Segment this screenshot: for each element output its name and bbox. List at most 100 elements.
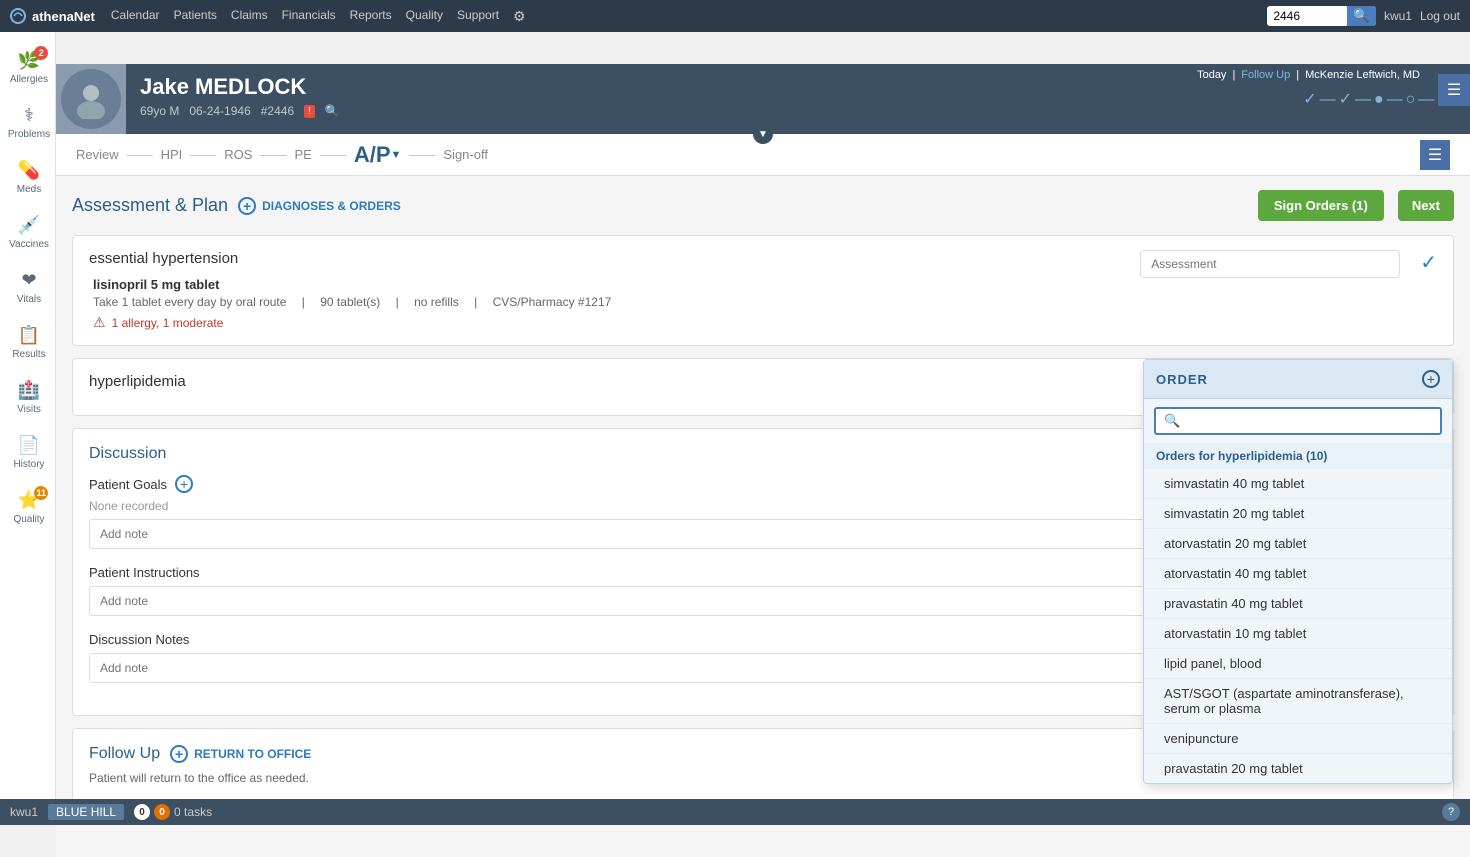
progress-step-hpi[interactable]: HPI [161, 147, 183, 162]
sidebar-item-vitals[interactable]: ❤ Vitals [0, 260, 55, 315]
sidebar-item-meds[interactable]: 💊 Meds [0, 150, 55, 205]
add-diagnoses-button[interactable]: + DIAGNOSES & ORDERS [238, 197, 401, 215]
ap-header-actions: Sign Orders (1) Next [1258, 190, 1454, 221]
breadcrumb-doctor: McKenzie Leftwich, MD [1305, 69, 1420, 81]
status-tasks: 0 tasks [174, 805, 212, 819]
status-bar: kwu1 BLUE HILL 0 0 0 tasks ? [0, 799, 1470, 825]
nav-financials[interactable]: Financials [282, 8, 336, 25]
patient-details: 69yo M 06-24-1946 #2446 ! 🔍 [140, 104, 1269, 118]
nav-calendar[interactable]: Calendar [111, 8, 160, 25]
allergy-warning-text: 1 allergy, 1 moderate [112, 316, 224, 330]
med-divider1: | [302, 295, 308, 309]
problems-icon: ⚕ [24, 105, 34, 126]
nav-support[interactable]: Support [457, 8, 499, 25]
order-item-8[interactable]: venipuncture [1144, 724, 1452, 754]
order-item-4[interactable]: pravastatin 40 mg tablet [1144, 589, 1452, 619]
meds-icon: 💊 [18, 160, 40, 181]
settings-icon[interactable]: ⚙ [513, 8, 526, 25]
sidebar-label-allergies: Allergies [10, 74, 48, 85]
quality-badge-container: ⭐ 11 [18, 490, 40, 511]
progress-step-pe[interactable]: PE [294, 147, 311, 162]
order-search-input[interactable] [1184, 414, 1432, 429]
patient-name: Jake MEDLOCK [140, 74, 1269, 100]
order-item-0[interactable]: simvastatin 40 mg tablet [1144, 469, 1452, 499]
vaccines-icon: 💉 [18, 215, 40, 236]
status-counter2: 0 [154, 804, 170, 820]
next-button[interactable]: Next [1398, 190, 1454, 221]
hypertension-assessment-input[interactable] [1140, 250, 1400, 278]
med-refills: no refills [414, 295, 459, 309]
order-item-3[interactable]: atorvastatin 40 mg tablet [1144, 559, 1452, 589]
sidebar-label-results: Results [12, 349, 45, 360]
logout-link[interactable]: Log out [1420, 9, 1460, 23]
followup-title-text: Follow Up [89, 745, 160, 763]
patient-search-box[interactable]: 🔍 [1267, 6, 1376, 26]
progress-menu-button[interactable]: ☰ [1420, 140, 1450, 170]
sidebar-item-vaccines[interactable]: 💉 Vaccines [0, 205, 55, 260]
patient-search-input[interactable] [1267, 7, 1347, 25]
patient-search-icon[interactable]: 🔍 [325, 104, 340, 118]
quality-count: 11 [34, 486, 48, 500]
avatar-image [61, 69, 121, 129]
hypertension-row: essential hypertension lisinopril 5 mg t… [89, 250, 1437, 331]
step-line-5: —— [409, 147, 435, 162]
help-button[interactable]: ? [1442, 803, 1460, 821]
results-icon: 📋 [18, 325, 40, 346]
patient-header: Jake MEDLOCK 69yo M 06-24-1946 #2446 ! 🔍… [56, 64, 1470, 134]
diagnosis-card-hypertension: essential hypertension lisinopril 5 mg t… [72, 235, 1454, 346]
sidebar-item-quality[interactable]: ⭐ 11 Quality [0, 480, 55, 535]
sidebar-item-results[interactable]: 📋 Results [0, 315, 55, 370]
order-item-6[interactable]: lipid panel, blood [1144, 649, 1452, 679]
top-nav-right: 🔍 kwu1 Log out [1267, 6, 1460, 26]
content-area: Assessment & Plan + DIAGNOSES & ORDERS S… [56, 176, 1470, 857]
order-item-2[interactable]: atorvastatin 20 mg tablet [1144, 529, 1452, 559]
patient-goals-add-icon[interactable]: + [175, 475, 193, 493]
top-nav: athenaNet Calendar Patients Claims Finan… [0, 0, 1470, 32]
hypertension-check-icon[interactable]: ✓ [1420, 250, 1437, 275]
breadcrumb-followup[interactable]: Follow Up [1241, 69, 1290, 81]
order-item-5[interactable]: atorvastatin 10 mg tablet [1144, 619, 1452, 649]
patient-dob: 06-24-1946 [189, 104, 250, 118]
sidebar-item-visits[interactable]: 🏥 Visits [0, 370, 55, 425]
sidebar-item-problems[interactable]: ⚕ Problems [0, 95, 55, 150]
med-divider2: | [396, 295, 402, 309]
sidebar-label-problems: Problems [8, 129, 50, 140]
sidebar-item-history[interactable]: 📄 History [0, 425, 55, 480]
return-to-office-icon: + [170, 745, 188, 763]
hamburger-menu-button[interactable]: ☰ [1438, 74, 1470, 106]
nav-reports[interactable]: Reports [350, 8, 392, 25]
flag-icon[interactable]: ! [304, 105, 315, 118]
patient-search-button[interactable]: 🔍 [1347, 6, 1376, 26]
order-panel-title: ORDER [1156, 372, 1208, 387]
diagnosis-card-hyperlipidemia: hyperlipidemia ORDER + 🔍 Orders for hype… [72, 358, 1454, 416]
patient-avatar [56, 64, 126, 134]
med-divider3: | [474, 295, 480, 309]
med-row-lisinopril: lisinopril 5 mg tablet Take 1 tablet eve… [89, 277, 1128, 331]
nav-quality[interactable]: Quality [406, 8, 443, 25]
add-diagnoses-label: DIAGNOSES & ORDERS [262, 199, 401, 213]
vitals-icon: ❤ [21, 270, 36, 291]
allergy-warning: ⚠ 1 allergy, 1 moderate [93, 314, 1128, 331]
hypertension-assessment-field [1140, 250, 1400, 278]
status-counters: 0 0 0 tasks [134, 804, 212, 820]
progress-step-ap[interactable]: A/P ▼ [354, 142, 402, 168]
progress-step-review[interactable]: Review [76, 147, 119, 162]
patient-info: Jake MEDLOCK 69yo M 06-24-1946 #2446 ! 🔍 [126, 64, 1283, 134]
order-item-7[interactable]: AST/SGOT (aspartate aminotransferase), s… [1144, 679, 1452, 724]
order-category-label: Orders for hyperlipidemia (10) [1144, 443, 1452, 469]
sidebar-item-allergies[interactable]: 🌿 2 Allergies [0, 40, 55, 95]
order-item-9[interactable]: pravastatin 20 mg tablet [1144, 754, 1452, 783]
nav-claims[interactable]: Claims [231, 8, 268, 25]
nav-patients[interactable]: Patients [174, 8, 217, 25]
order-item-1[interactable]: simvastatin 20 mg tablet [1144, 499, 1452, 529]
return-to-office-button[interactable]: + RETURN TO OFFICE [170, 745, 311, 763]
sidebar-label-history: History [13, 459, 44, 470]
allergies-badge-container: 🌿 2 [18, 50, 40, 71]
progress-step-ros[interactable]: ROS [224, 147, 252, 162]
status-org: BLUE HILL [48, 804, 124, 820]
order-add-icon[interactable]: + [1422, 370, 1440, 388]
order-search-box[interactable]: 🔍 [1154, 407, 1442, 435]
progress-step-signoff[interactable]: Sign-off [443, 147, 488, 162]
sign-orders-button[interactable]: Sign Orders (1) [1258, 190, 1384, 221]
collapse-header-button[interactable]: ▼ [753, 124, 773, 144]
